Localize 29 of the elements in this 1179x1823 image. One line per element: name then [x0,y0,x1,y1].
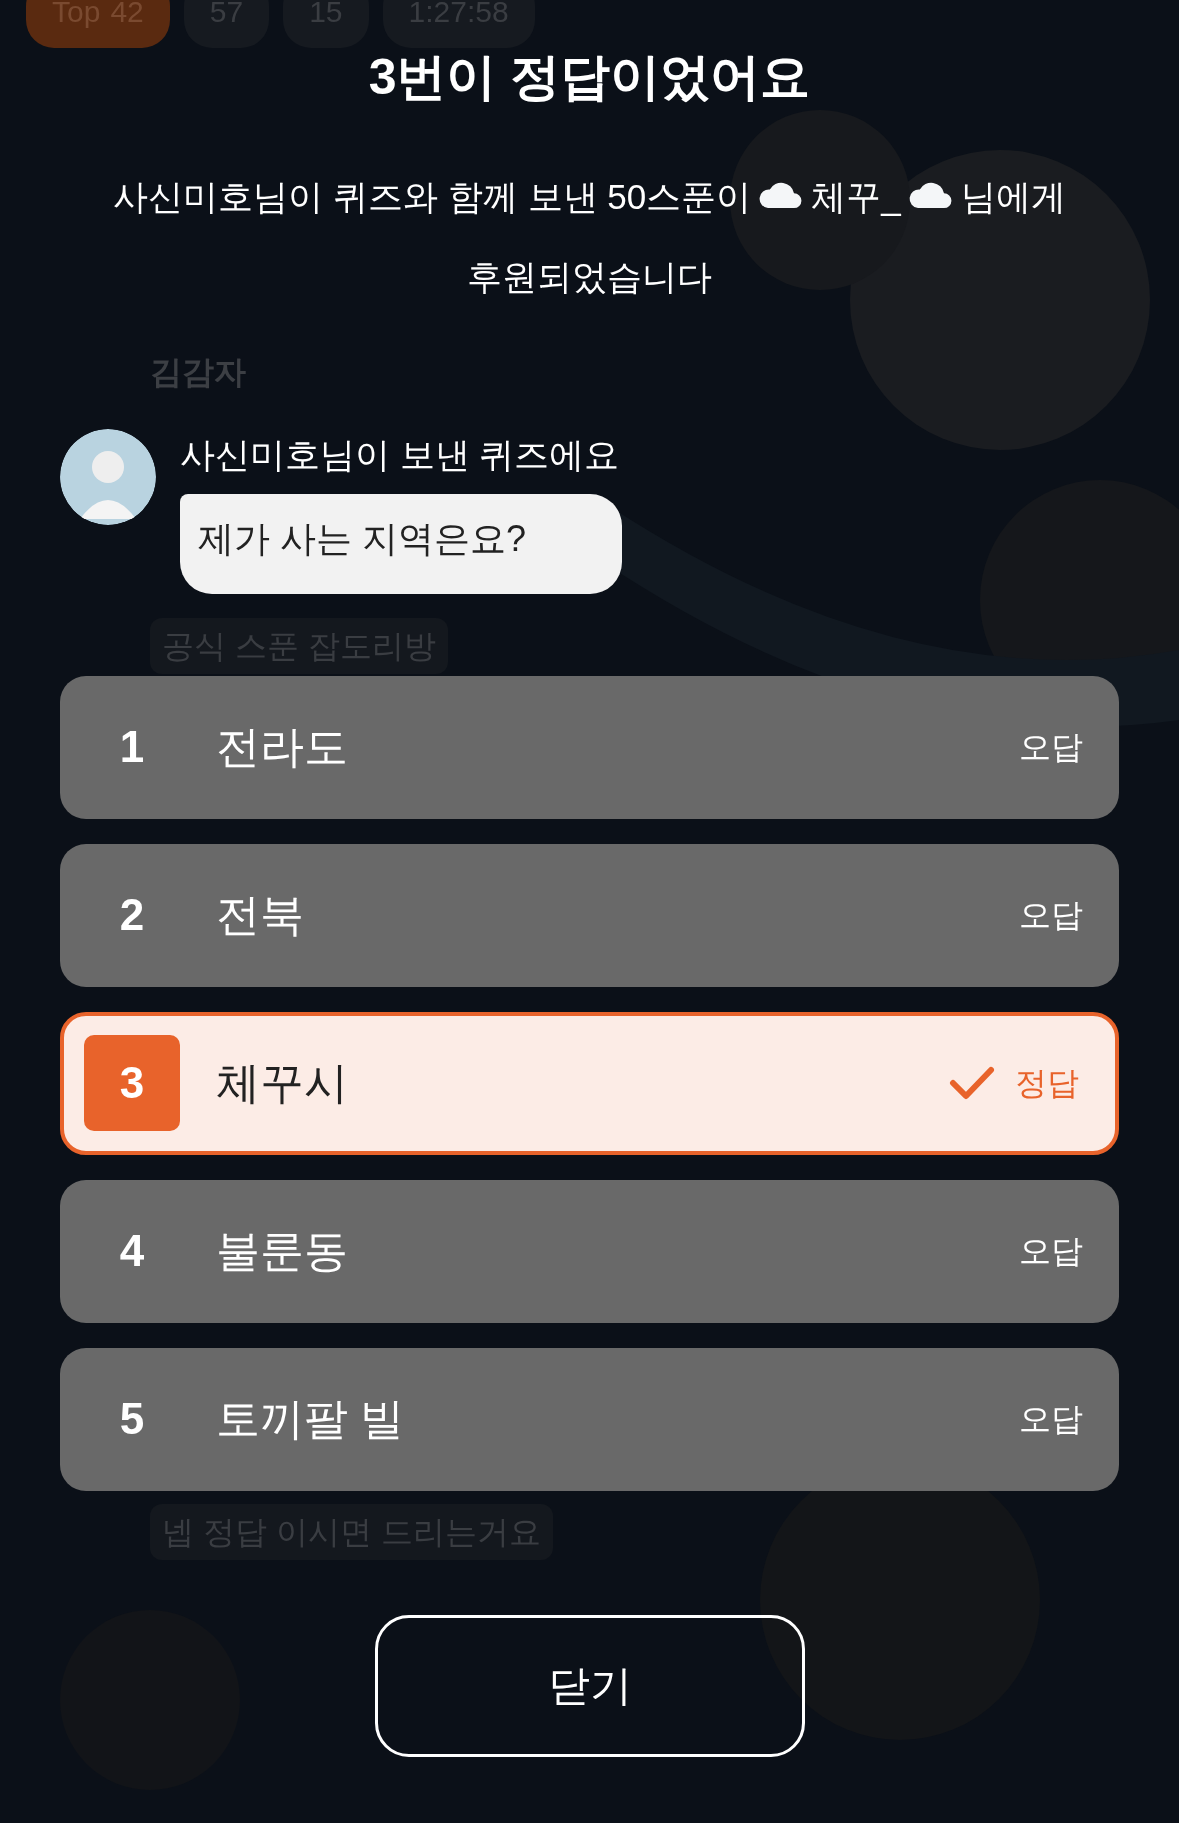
result-title: 3번이 정답이었어요 [368,48,811,107]
option-label: 체꾸시 [216,1057,349,1109]
option-number: 1 [118,721,146,773]
option-verdict: 오답 [1019,1232,1083,1271]
close-button[interactable]: 닫기 [374,1614,805,1757]
option-label: 전북 [216,889,305,941]
option-number: 4 [118,1225,146,1277]
option-verdict: 오답 [1019,1400,1083,1439]
option-label: 불룬동 [216,1225,349,1277]
option-label: 토끼팔 빌 [216,1393,406,1445]
donation-text: 사신미호님이 퀴즈와 함께 보낸 50스푼이 [113,177,752,216]
donation-text: 님에게 [960,177,1066,216]
option-number: 2 [118,889,146,941]
recipient-name: 체꾸_ [811,177,901,216]
option-label: 전라도 [216,721,349,773]
option-verdict: 정답 [1015,1064,1079,1103]
option-number: 5 [118,1393,146,1445]
option-verdict: 오답 [1019,896,1083,935]
answer-option[interactable]: 5 토끼팔 빌 오답 [60,1347,1119,1491]
question-bubble: 제가 사는 지역은요? [180,493,623,594]
answer-option[interactable]: 4 불룬동 오답 [60,1179,1119,1323]
answer-option[interactable]: 1 전라도 오답 [60,675,1119,819]
answer-option[interactable]: 3 체꾸시 정답 [60,1011,1119,1155]
answer-option[interactable]: 2 전북 오답 [60,843,1119,987]
option-number: 3 [84,1035,180,1131]
option-verdict: 오답 [1019,728,1083,767]
quiz-sender-text: 사신미호님이 보낸 퀴즈에요 [180,434,621,476]
check-icon [949,1066,995,1100]
donation-text: 후원되었습니다 [467,257,712,296]
